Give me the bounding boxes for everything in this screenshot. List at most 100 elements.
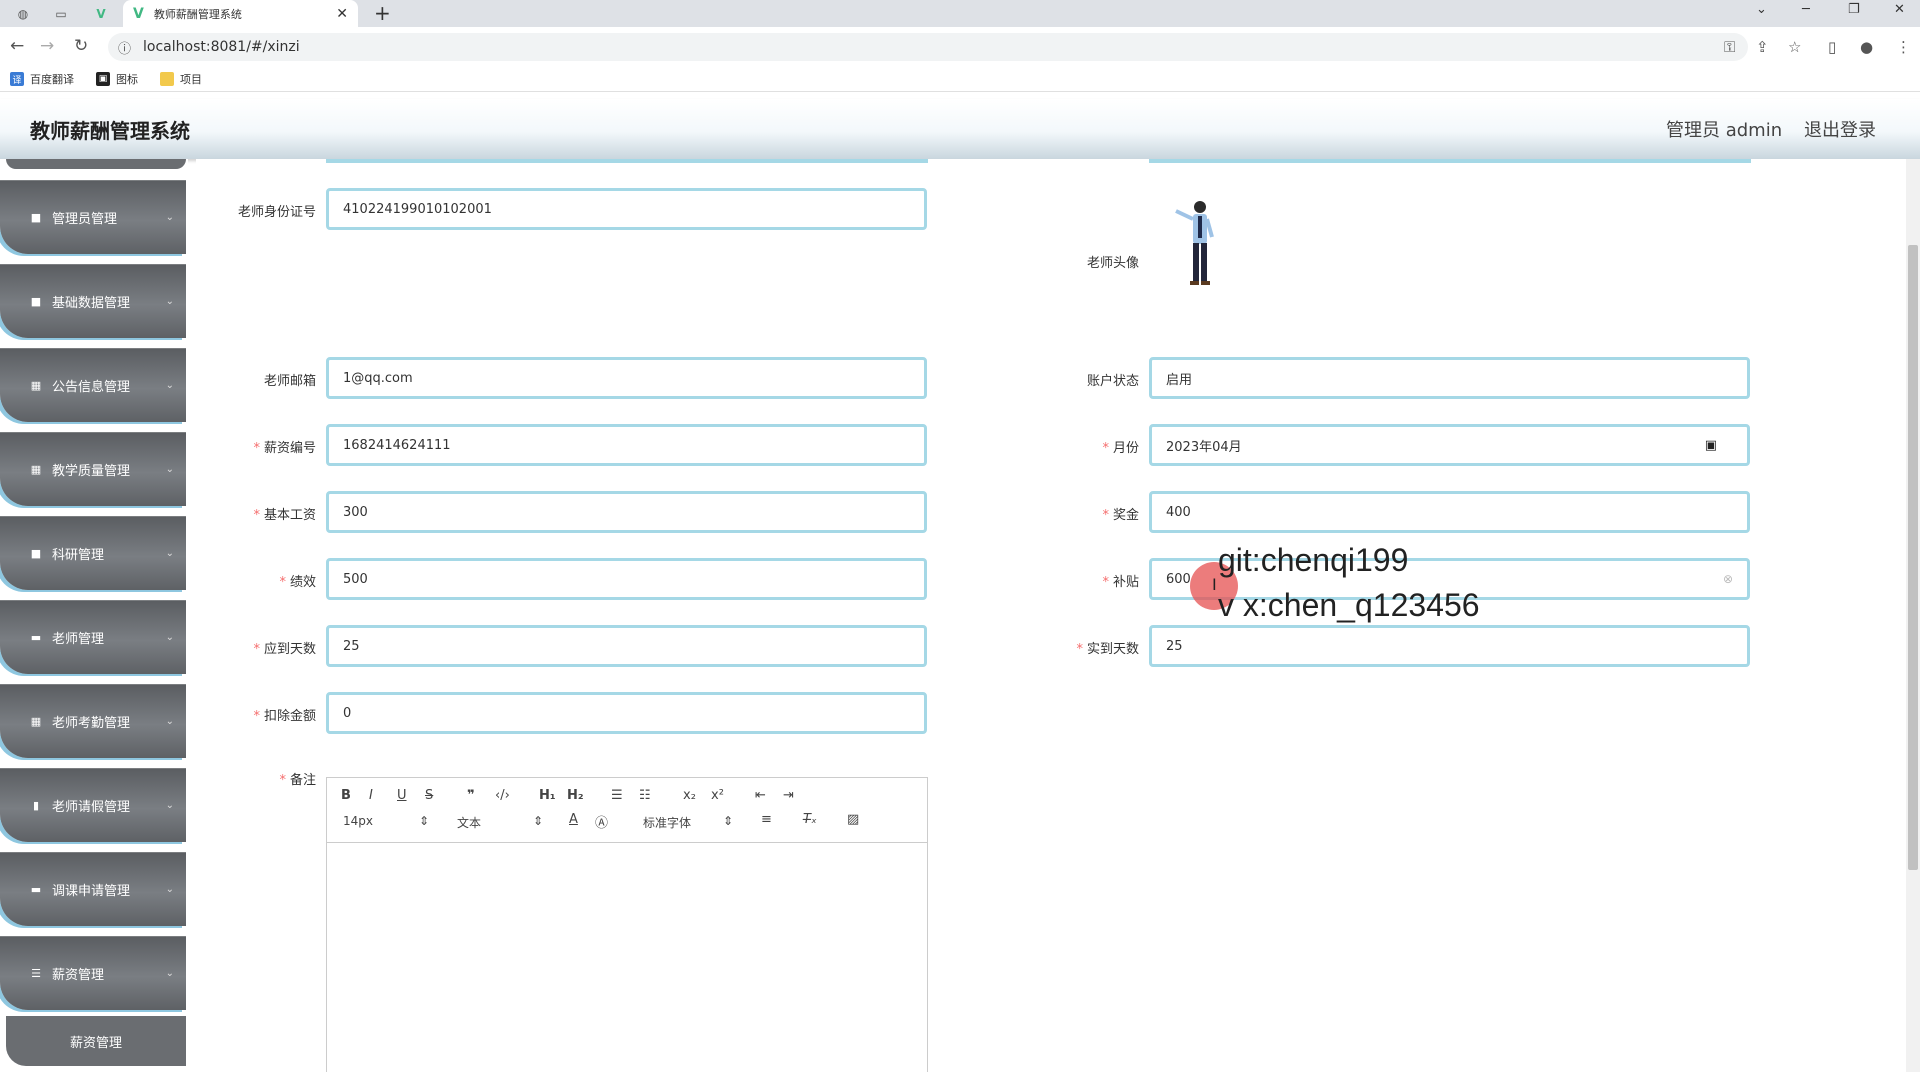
remark-label: * 备注 xyxy=(279,773,316,788)
key-icon[interactable]: ⚿ xyxy=(1724,38,1735,56)
font-color-icon[interactable]: A xyxy=(569,812,578,827)
calendar-icon[interactable]: ▣ xyxy=(1705,438,1717,453)
close-tab-icon[interactable]: ✕ xyxy=(336,6,348,22)
sidebar-item-attendance[interactable]: ▦ 老师考勤管理 ⌄ xyxy=(0,684,186,758)
sidebar-top-stub xyxy=(6,159,186,169)
subsidy-value: 600 xyxy=(1166,571,1191,587)
profile-icon[interactable]: ● xyxy=(1860,38,1873,56)
current-user[interactable]: 管理员 admin xyxy=(1666,116,1782,142)
bullet-list-icon[interactable]: ☷ xyxy=(639,788,651,803)
clipboard-icon: ■ xyxy=(30,546,42,560)
subscript-icon[interactable]: x₂ xyxy=(683,788,696,803)
chevron-down-icon: ⌄ xyxy=(165,463,174,475)
monitor-icon: ▬ xyxy=(30,630,42,644)
h1-icon[interactable]: H₁ xyxy=(539,788,556,803)
logout-button[interactable]: 退出登录 xyxy=(1804,116,1876,142)
clear-format-icon[interactable]: T̶ₓ xyxy=(803,812,817,827)
image-insert-icon[interactable]: ▨ xyxy=(847,812,859,827)
sidebar-item-teacher[interactable]: ▬ 老师管理 ⌄ xyxy=(0,600,186,674)
performance-input[interactable]: 500 xyxy=(326,558,927,600)
info-icon[interactable]: ⓘ xyxy=(118,38,131,57)
sidebar-item-admin[interactable]: ■ 管理员管理 ⌄ xyxy=(0,180,186,254)
paragraph-select[interactable]: 文本 xyxy=(457,814,481,831)
quote-icon[interactable]: ❞ xyxy=(467,788,475,803)
email-input[interactable]: 1@qq.com xyxy=(326,357,927,399)
superscript-icon[interactable]: x² xyxy=(711,788,724,803)
bookmark-item[interactable]: 项目 xyxy=(160,71,202,87)
strike-icon[interactable]: S xyxy=(425,788,433,803)
minimize-button[interactable]: ─ xyxy=(1802,2,1810,17)
sidebar-item-research[interactable]: ■ 科研管理 ⌄ xyxy=(0,516,186,590)
underline-icon[interactable]: U xyxy=(397,788,407,803)
background-color-icon[interactable]: Ⓐ xyxy=(595,812,608,831)
deduct-input[interactable]: 0 xyxy=(326,692,927,734)
italic-icon[interactable]: I xyxy=(369,788,373,803)
bold-icon[interactable]: B xyxy=(341,788,351,803)
star-icon[interactable]: ☆ xyxy=(1788,38,1801,56)
chevron-down-icon[interactable]: ⌄ xyxy=(1756,2,1767,17)
outdent-icon[interactable]: ⇤ xyxy=(755,788,766,803)
actual-days-input[interactable]: 25 xyxy=(1149,625,1750,667)
month-value: 2023年04月 xyxy=(1166,439,1242,455)
back-icon[interactable]: ← xyxy=(10,36,24,56)
avatar-label: 老师头像 xyxy=(1086,256,1139,271)
bookmark-item[interactable]: 译 百度翻译 xyxy=(10,71,74,87)
grid-icon: ▦ xyxy=(30,462,42,476)
indent-icon[interactable]: ⇥ xyxy=(783,788,794,803)
grid-icon: ▦ xyxy=(30,714,42,728)
active-tab[interactable]: V 教师薪酬管理系统 ✕ xyxy=(123,0,358,27)
share-icon[interactable]: ⇪ xyxy=(1756,38,1769,56)
vue-tab-icon[interactable]: V xyxy=(90,4,112,24)
sidepanel-icon[interactable]: ▯ xyxy=(1828,38,1836,56)
chevron-down-icon: ⌄ xyxy=(165,883,174,895)
rich-text-editor[interactable]: B I U S ❞ ‹/› H₁ H₂ ☰ ☷ x₂ x² ⇤ ⇥ 14px ⇕… xyxy=(326,777,928,1072)
address-bar[interactable]: ⓘ localhost:8081/#/xinzi xyxy=(108,33,1748,61)
blank-tab-icon[interactable]: ▭ xyxy=(50,4,72,24)
clear-icon[interactable]: ⊗ xyxy=(1723,572,1733,586)
code-icon[interactable]: ‹/› xyxy=(495,788,510,803)
browser-tab-bar: ◍ ▭ V V 教师薪酬管理系统 ✕ + ⌄ ─ ❐ ✕ xyxy=(0,0,1920,27)
chevron-updown-icon: ⇕ xyxy=(419,814,430,828)
forward-icon[interactable]: → xyxy=(40,36,54,56)
bonus-input[interactable]: 400 xyxy=(1149,491,1750,533)
bookmark-item[interactable]: ▣ 图标 xyxy=(96,71,138,87)
input-edge xyxy=(326,159,928,163)
font-size-select[interactable]: 14px xyxy=(343,814,373,828)
sidebar-item-salary[interactable]: ☰ 薪资管理 ⌄ xyxy=(0,936,186,1010)
globe-icon[interactable]: ◍ xyxy=(12,4,34,24)
salary-no-label: * 薪资编号 xyxy=(253,441,316,456)
user-icon: ■ xyxy=(30,210,42,224)
sidebar-subitem-salary[interactable]: 薪资管理 xyxy=(6,1016,186,1066)
status-label: 账户状态 xyxy=(1086,374,1139,389)
translate-icon: 译 xyxy=(10,72,24,86)
url-text: localhost:8081/#/xinzi xyxy=(143,39,300,55)
menu-icon[interactable]: ⋮ xyxy=(1896,38,1911,56)
align-icon[interactable]: ≡ xyxy=(761,812,772,827)
email-label: 老师邮箱 xyxy=(263,374,316,389)
salary-no-input[interactable]: 1682414624111 xyxy=(326,424,927,466)
scrollbar-thumb[interactable] xyxy=(1908,245,1918,870)
chevron-down-icon: ⌄ xyxy=(165,295,174,307)
chevron-down-icon: ⌄ xyxy=(165,715,174,727)
status-input[interactable]: 启用 xyxy=(1149,357,1750,399)
performance-label: * 绩效 xyxy=(279,575,316,590)
sidebar-item-notice[interactable]: ▦ 公告信息管理 ⌄ xyxy=(0,348,186,422)
due-days-input[interactable]: 25 xyxy=(326,625,927,667)
watermark-line-2: v x:chen_q123456 xyxy=(1218,587,1480,623)
month-input[interactable]: 2023年04月 ▣ xyxy=(1149,424,1750,466)
text-cursor-icon: I xyxy=(1212,575,1217,594)
sidebar-item-course-change[interactable]: ▬ 调课申请管理 ⌄ xyxy=(0,852,186,926)
ordered-list-icon[interactable]: ☰ xyxy=(611,788,623,803)
sidebar-item-teaching-quality[interactable]: ▦ 教学质量管理 ⌄ xyxy=(0,432,186,506)
base-salary-input[interactable]: 300 xyxy=(326,491,927,533)
sidebar-item-leave[interactable]: ▮ 老师请假管理 ⌄ xyxy=(0,768,186,842)
teacher-avatar[interactable] xyxy=(1164,197,1234,287)
sidebar-item-basic-data[interactable]: ■ 基础数据管理 ⌄ xyxy=(0,264,186,338)
close-window-button[interactable]: ✕ xyxy=(1894,2,1905,17)
h2-icon[interactable]: H₂ xyxy=(567,788,584,803)
new-tab-button[interactable]: + xyxy=(374,1,391,25)
reload-icon[interactable]: ↻ xyxy=(74,36,88,56)
font-family-select[interactable]: 标准字体 xyxy=(643,814,691,831)
restore-button[interactable]: ❐ xyxy=(1848,2,1860,17)
id-card-input[interactable]: 410224199010102001 xyxy=(326,188,927,230)
